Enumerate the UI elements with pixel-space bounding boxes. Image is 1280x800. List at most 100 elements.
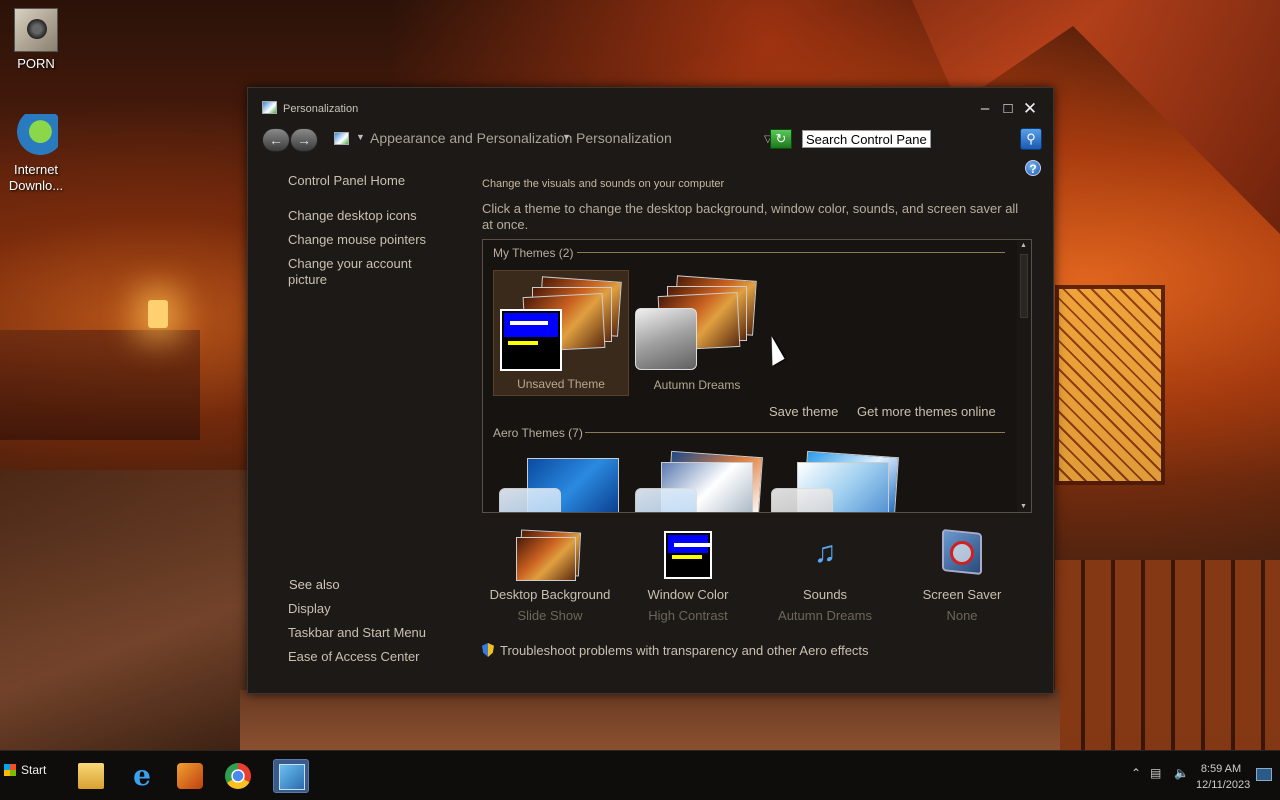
option-title: Screen Saver: [922, 587, 1002, 602]
personalization-window: Personalization – □ ✕ ← → ▼ Appearance a…: [247, 87, 1054, 694]
taskbar: Start e ⌃ ▤ 🔈 8:59 AM 12/11/2023: [0, 750, 1280, 800]
option-title: Sounds: [802, 587, 848, 602]
shield-icon: [482, 643, 494, 657]
wallpaper-house: [0, 330, 200, 440]
option-value: Slide Show: [517, 608, 583, 623]
option-value: Autumn Dreams: [778, 608, 872, 623]
scroll-down-icon[interactable]: ▼: [1020, 503, 1027, 510]
theme-label: Unsaved Theme: [517, 377, 605, 391]
sounds-icon: ♫: [813, 536, 837, 569]
media-player-icon: [177, 763, 203, 789]
taskbar-start-menu-link[interactable]: Taskbar and Start Menu: [288, 625, 426, 640]
start-button[interactable]: Start: [4, 763, 46, 777]
taskbar-chrome[interactable]: [220, 759, 256, 793]
internet-explorer-icon: e: [133, 759, 151, 792]
desktop-icon-label: PORN: [17, 56, 55, 71]
folder-media-icon: [14, 8, 58, 52]
scroll-thumb[interactable]: [1020, 254, 1028, 318]
breadcrumb-arrow-icon[interactable]: ▼: [356, 132, 365, 142]
control-panel-icon[interactable]: [334, 132, 349, 145]
clock-date: 12/11/2023: [1196, 779, 1251, 791]
close-button[interactable]: ✕: [1021, 100, 1039, 118]
theme-autumn-dreams[interactable]: Autumn Dreams: [629, 270, 765, 396]
breadcrumb-appearance[interactable]: Appearance and Personalization: [370, 130, 572, 146]
wallpaper-window: [1055, 285, 1165, 485]
aero-themes-group-label: Aero Themes (7): [493, 426, 583, 440]
get-more-themes-link[interactable]: Get more themes online: [857, 404, 996, 419]
glass-color-swatch-icon: [635, 488, 697, 512]
scroll-up-icon[interactable]: ▲: [1020, 242, 1027, 249]
wallpaper-ground: [240, 690, 1060, 750]
theme-list[interactable]: My Themes (2) Unsaved Theme Autumn Dream…: [482, 239, 1032, 513]
back-button[interactable]: ←: [262, 128, 290, 152]
taskbar-internet-explorer[interactable]: e: [124, 759, 160, 793]
help-icon[interactable]: ?: [1025, 160, 1041, 176]
window-color-option[interactable]: Window Color High Contrast: [620, 531, 756, 623]
option-title: Desktop Background: [489, 587, 611, 602]
window-title: Personalization: [283, 103, 359, 115]
save-theme-link[interactable]: Save theme: [769, 404, 838, 419]
show-hidden-icons-icon[interactable]: ⌃: [1131, 766, 1141, 780]
page-heading: Change the visuals and sounds on your co…: [482, 178, 725, 190]
forward-button[interactable]: →: [290, 128, 318, 152]
taskbar-control-panel[interactable]: [273, 759, 309, 793]
search-icon[interactable]: ⚲: [1020, 128, 1042, 150]
volume-muted-icon[interactable]: 🔈: [1174, 766, 1189, 780]
breadcrumb-arrow-icon[interactable]: ▼: [562, 132, 571, 142]
network-icon[interactable]: ▤: [1150, 766, 1161, 780]
theme-aero-architecture[interactable]: [629, 450, 765, 512]
breadcrumb-personalization[interactable]: Personalization: [576, 130, 672, 146]
change-account-picture-link[interactable]: Change your account picture: [288, 256, 428, 288]
screen-saver-option[interactable]: Screen Saver None: [894, 528, 1030, 623]
control-panel-icon: [279, 764, 305, 790]
screen-saver-icon: [932, 528, 992, 581]
page-description: Click a theme to change the desktop back…: [482, 201, 1019, 232]
chrome-icon: [225, 763, 251, 789]
desktop-background-option[interactable]: Desktop Background Slide Show: [482, 529, 618, 623]
desktop-icon-porn[interactable]: PORN: [0, 8, 72, 71]
option-value: High Contrast: [648, 608, 728, 623]
control-panel-icon: [262, 101, 277, 114]
file-explorer-icon: [78, 763, 104, 789]
maximize-button[interactable]: □: [999, 100, 1017, 118]
system-clock[interactable]: 8:59 AM 12/11/2023: [1196, 761, 1251, 793]
control-panel-home-link[interactable]: Control Panel Home: [288, 173, 405, 188]
taskbar-file-explorer[interactable]: [73, 759, 109, 793]
taskbar-media-player[interactable]: [172, 759, 208, 793]
wallpaper-lamp: [148, 300, 168, 328]
troubleshoot-label: Troubleshoot problems with transparency …: [500, 643, 869, 658]
refresh-icon[interactable]: ↻: [770, 129, 792, 149]
glass-color-swatch-icon: [771, 488, 833, 512]
sounds-option[interactable]: ♫ Sounds Autumn Dreams: [757, 531, 893, 623]
wallpaper-fence: [1055, 560, 1280, 750]
title-bar[interactable]: Personalization – □ ✕: [248, 88, 1053, 124]
group-divider: [585, 432, 1005, 433]
theme-unsaved[interactable]: Unsaved Theme: [493, 270, 629, 396]
show-desktop-icon[interactable]: [1256, 768, 1272, 781]
clock-time: 8:59 AM: [1200, 763, 1242, 775]
group-divider: [577, 252, 1005, 253]
change-desktop-icons-link[interactable]: Change desktop icons: [288, 208, 417, 223]
display-link[interactable]: Display: [288, 601, 331, 616]
option-value: None: [946, 608, 978, 623]
desktop-icon-idm[interactable]: Internet Downlo...: [0, 114, 72, 194]
desktop-icon-label: Internet Downlo...: [8, 162, 64, 193]
glass-color-swatch-icon: [499, 488, 561, 512]
internet-download-manager-icon: [14, 114, 58, 158]
ease-of-access-link[interactable]: Ease of Access Center: [288, 649, 420, 664]
minimize-button[interactable]: –: [976, 100, 994, 118]
windows-logo-icon: [4, 764, 16, 776]
my-themes-group-label: My Themes (2): [493, 246, 574, 260]
troubleshoot-link[interactable]: Troubleshoot problems with transparency …: [482, 643, 869, 658]
glass-color-swatch-icon: [635, 308, 697, 370]
navigation-bar: ← → ▼ Appearance and Personalization ▼ P…: [260, 126, 1044, 154]
theme-aero-characters[interactable]: [765, 450, 901, 512]
wallpaper-street: [0, 470, 250, 750]
desktop-background-icon: [516, 529, 582, 581]
search-input[interactable]: [802, 130, 931, 148]
theme-aero-windows[interactable]: [493, 452, 629, 512]
change-mouse-pointers-link[interactable]: Change mouse pointers: [288, 232, 426, 247]
start-label: Start: [21, 763, 47, 777]
theme-list-scrollbar[interactable]: ▲ ▼: [1017, 240, 1031, 512]
option-title: Window Color: [647, 587, 729, 602]
